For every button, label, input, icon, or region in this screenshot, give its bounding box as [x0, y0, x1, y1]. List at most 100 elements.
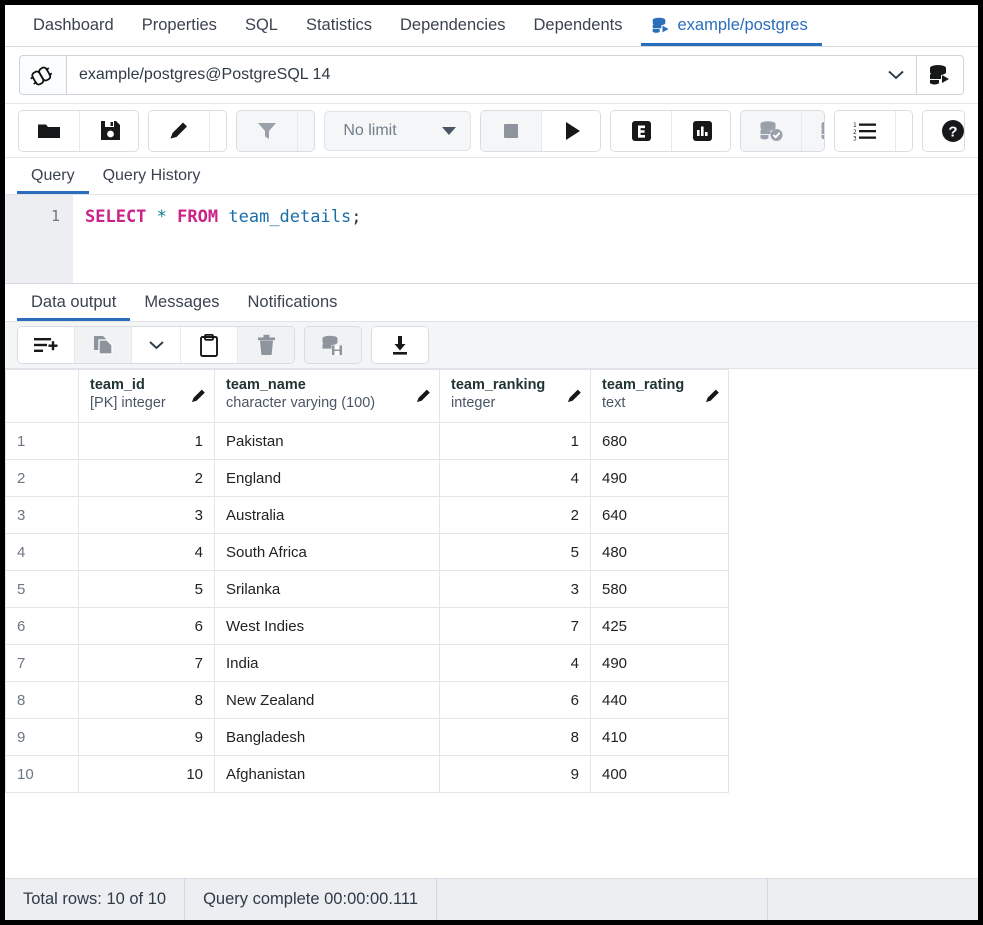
save-file-button[interactable] — [80, 111, 139, 151]
output-tab-notifications[interactable]: Notifications — [234, 284, 352, 321]
paste-button[interactable] — [181, 327, 238, 363]
column-edit-pencil-icon[interactable] — [190, 387, 207, 408]
table-row[interactable]: 22England4490 — [6, 460, 729, 497]
table-row[interactable]: 33Australia2640 — [6, 497, 729, 534]
commit-button[interactable] — [741, 111, 802, 151]
connection-select[interactable]: example/postgres@PostgreSQL 14 — [66, 55, 917, 95]
object-tab-dependencies[interactable]: Dependencies — [386, 5, 520, 46]
add-row-button[interactable] — [18, 327, 75, 363]
explain-button[interactable] — [611, 111, 672, 151]
table-row[interactable]: 99Bangladesh8410 — [6, 719, 729, 756]
status-bar: Total rows: 10 of 10 Query complete 00:0… — [5, 878, 978, 920]
column-edit-pencil-icon[interactable] — [415, 387, 432, 408]
table-row[interactable]: 77India4490 — [6, 645, 729, 682]
save-data-changes-button[interactable] — [305, 327, 361, 363]
rollback-button[interactable] — [802, 111, 825, 151]
cell-team_ranking[interactable]: 4 — [440, 645, 591, 682]
object-tab-example-postgres[interactable]: example/postgres — [637, 5, 822, 46]
open-file-button[interactable] — [19, 111, 80, 151]
cell-team_rating[interactable]: 410 — [591, 719, 729, 756]
cell-team_rating[interactable]: 490 — [591, 645, 729, 682]
table-row[interactable]: 66West Indies7425 — [6, 608, 729, 645]
cell-team_name[interactable]: Australia — [215, 497, 440, 534]
macros-button[interactable]: 1 2 3 — [835, 111, 896, 151]
cell-team_rating[interactable]: 490 — [591, 460, 729, 497]
result-grid-container[interactable]: team_id[PK] integerteam_namecharacter va… — [5, 369, 978, 844]
cell-team_id[interactable]: 10 — [79, 756, 215, 793]
cell-team_ranking[interactable]: 3 — [440, 571, 591, 608]
column-header-team_id[interactable]: team_id[PK] integer — [79, 370, 215, 423]
table-row[interactable]: 55Srilanka3580 — [6, 571, 729, 608]
delete-row-button[interactable] — [238, 327, 294, 363]
row-limit-select[interactable]: No limit — [324, 111, 471, 151]
table-row[interactable]: 88New Zealand6440 — [6, 682, 729, 719]
output-tab-data-output[interactable]: Data output — [17, 284, 130, 321]
filter-dropdown-button[interactable] — [298, 111, 315, 151]
cell-team_name[interactable]: New Zealand — [215, 682, 440, 719]
cell-team_rating[interactable]: 440 — [591, 682, 729, 719]
table-row[interactable]: 1010Afghanistan9400 — [6, 756, 729, 793]
cell-team_id[interactable]: 3 — [79, 497, 215, 534]
connection-value: example/postgres@PostgreSQL 14 — [79, 66, 330, 84]
edit-dropdown-button[interactable] — [210, 111, 227, 151]
help-button[interactable]: ? — [923, 111, 965, 151]
table-row[interactable]: 44South Africa5480 — [6, 534, 729, 571]
cell-team_name[interactable]: India — [215, 645, 440, 682]
cell-team_rating[interactable]: 425 — [591, 608, 729, 645]
cell-team_ranking[interactable]: 4 — [440, 460, 591, 497]
sql-code-area[interactable]: SELECT * FROM team_details; — [73, 195, 978, 283]
cell-team_name[interactable]: West Indies — [215, 608, 440, 645]
cell-team_rating[interactable]: 640 — [591, 497, 729, 534]
cell-team_id[interactable]: 2 — [79, 460, 215, 497]
explain-analyze-button[interactable] — [672, 111, 731, 151]
cell-team_id[interactable]: 1 — [79, 423, 215, 460]
column-header-team_name[interactable]: team_namecharacter varying (100) — [215, 370, 440, 423]
cell-team_rating[interactable]: 580 — [591, 571, 729, 608]
object-tab-dependents[interactable]: Dependents — [520, 5, 637, 46]
object-tab-dashboard[interactable]: Dashboard — [19, 5, 128, 46]
cell-team_ranking[interactable]: 7 — [440, 608, 591, 645]
cell-team_id[interactable]: 5 — [79, 571, 215, 608]
cell-team_rating[interactable]: 680 — [591, 423, 729, 460]
execute-button[interactable] — [542, 111, 601, 151]
cell-team_id[interactable]: 9 — [79, 719, 215, 756]
new-connection-button[interactable] — [917, 55, 964, 95]
cell-team_id[interactable]: 7 — [79, 645, 215, 682]
cell-team_id[interactable]: 6 — [79, 608, 215, 645]
cell-team_name[interactable]: Srilanka — [215, 571, 440, 608]
cell-team_ranking[interactable]: 2 — [440, 497, 591, 534]
copy-button[interactable] — [75, 327, 132, 363]
cell-team_ranking[interactable]: 8 — [440, 719, 591, 756]
cell-team_ranking[interactable]: 5 — [440, 534, 591, 571]
cell-team_ranking[interactable]: 1 — [440, 423, 591, 460]
object-tab-properties[interactable]: Properties — [128, 5, 231, 46]
stop-button[interactable] — [481, 111, 542, 151]
cell-team_name[interactable]: Pakistan — [215, 423, 440, 460]
table-row[interactable]: 11Pakistan1680 — [6, 423, 729, 460]
download-csv-button[interactable] — [372, 327, 428, 363]
sql-editor[interactable]: 1 SELECT * FROM team_details; — [5, 195, 978, 284]
column-edit-pencil-icon[interactable] — [566, 387, 583, 408]
filter-button[interactable] — [237, 111, 298, 151]
cell-team_name[interactable]: Bangladesh — [215, 719, 440, 756]
cell-team_id[interactable]: 4 — [79, 534, 215, 571]
query-tab-query[interactable]: Query — [17, 158, 89, 194]
object-tab-sql[interactable]: SQL — [231, 5, 292, 46]
cell-team_ranking[interactable]: 6 — [440, 682, 591, 719]
edit-button[interactable] — [149, 111, 210, 151]
cell-team_id[interactable]: 8 — [79, 682, 215, 719]
object-tab-statistics[interactable]: Statistics — [292, 5, 386, 46]
copy-dropdown-button[interactable] — [132, 327, 181, 363]
output-tab-messages[interactable]: Messages — [130, 284, 233, 321]
cell-team_name[interactable]: South Africa — [215, 534, 440, 571]
column-header-team_rating[interactable]: team_ratingtext — [591, 370, 729, 423]
cell-team_name[interactable]: England — [215, 460, 440, 497]
cell-team_rating[interactable]: 480 — [591, 534, 729, 571]
column-header-team_ranking[interactable]: team_rankinginteger — [440, 370, 591, 423]
column-edit-pencil-icon[interactable] — [704, 387, 721, 408]
macros-dropdown-button[interactable] — [896, 111, 913, 151]
cell-team_ranking[interactable]: 9 — [440, 756, 591, 793]
cell-team_name[interactable]: Afghanistan — [215, 756, 440, 793]
query-tab-query-history[interactable]: Query History — [89, 158, 215, 194]
cell-team_rating[interactable]: 400 — [591, 756, 729, 793]
